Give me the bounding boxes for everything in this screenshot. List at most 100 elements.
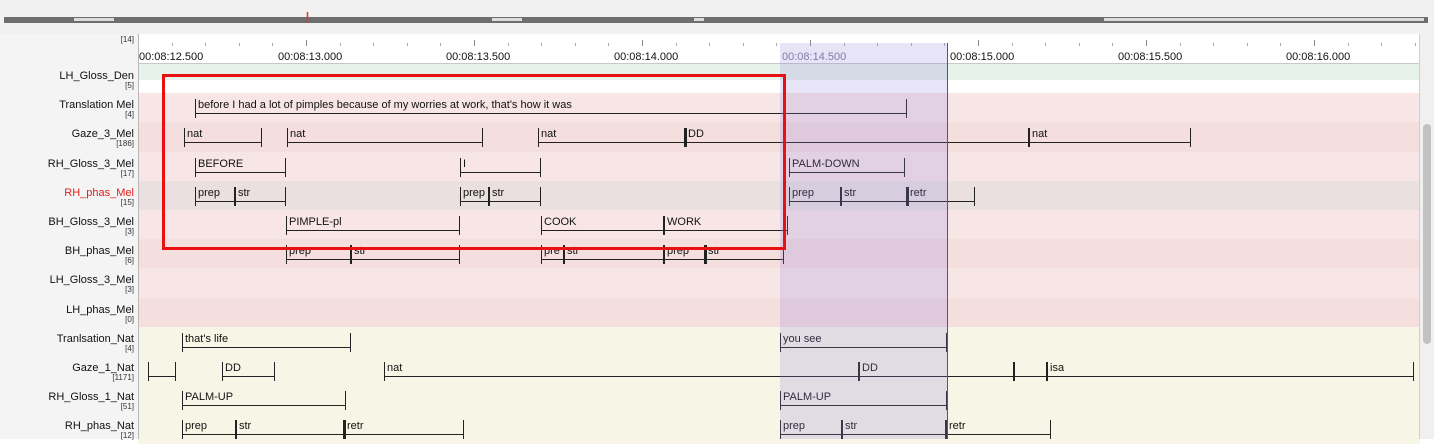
annotation-left-boundary[interactable]	[1029, 128, 1030, 148]
tier-row[interactable]	[138, 268, 1420, 298]
tier-label[interactable]: BH_Gloss_3_Mel [3]	[0, 216, 134, 236]
ruler-minor-tick	[171, 43, 173, 46]
tier-label[interactable]: LH_Gloss_Den [5]	[0, 70, 134, 90]
annotation-right-boundary[interactable]	[1190, 128, 1191, 148]
annotation-text: nat	[1032, 128, 1048, 141]
overview-track[interactable]	[4, 17, 1428, 23]
annotation-left-boundary[interactable]	[384, 362, 385, 381]
annotation-left-boundary[interactable]	[182, 391, 183, 411]
ruler-tick	[306, 40, 307, 46]
annotation[interactable]	[1014, 362, 1047, 381]
annotation[interactable]: that's life	[182, 332, 351, 352]
annotation-left-boundary[interactable]	[222, 362, 223, 381]
annotation-text: retr	[949, 420, 966, 433]
ruler-minor-tick	[1246, 43, 1248, 46]
annotation[interactable]: retr	[946, 420, 1051, 440]
ruler-minor-tick	[1381, 43, 1383, 46]
vertical-scrollbar[interactable]	[1419, 34, 1434, 439]
annotation-right-boundary[interactable]	[974, 186, 975, 206]
tier-name: BH_Gloss_3_Mel	[48, 216, 134, 228]
ruler-tick-label: 00:08:13.500	[446, 51, 511, 63]
annotation[interactable]: isa	[1047, 362, 1414, 381]
annotation[interactable]: nat	[1029, 128, 1191, 148]
annotation[interactable]	[148, 362, 176, 381]
tier-label[interactable]: RH_Gloss_1_Nat [51]	[0, 391, 134, 411]
ruler-minor-tick	[373, 43, 375, 46]
tier-label[interactable]: LH_phas_Mel [0]	[0, 304, 134, 324]
annotation[interactable]: PALM-UP	[182, 391, 346, 411]
scrollbar-thumb[interactable]	[1423, 124, 1431, 344]
annotation-text: isa	[1050, 362, 1065, 374]
annotation[interactable]: DD	[222, 362, 275, 381]
ruler-minor-tick	[675, 43, 677, 46]
text-cursor-icon: I	[305, 10, 310, 27]
tier-name: Tranlsation_Nat	[56, 332, 134, 345]
annotation-timeline[interactable]: 00:08:12.500 00:08:13.000 00:08:13.500 00:0…	[0, 34, 1434, 444]
ruler-tick-label: 00:08:15.000	[950, 51, 1015, 63]
tier-name: RH_phas_Mel	[64, 186, 134, 199]
waveform-overview[interactable]: I	[0, 0, 1434, 35]
tier-count: [186]	[116, 139, 134, 149]
highlight-box	[162, 74, 786, 250]
ruler-minor-tick	[1280, 43, 1282, 46]
ruler-minor-tick	[541, 43, 543, 46]
ruler-tick-label: 00:08:16.000	[1286, 51, 1351, 63]
ruler-tick	[1314, 40, 1315, 46]
tier-label[interactable]: LH_Gloss_3_Mel [3]	[0, 274, 134, 294]
tier-top-count: [14]	[120, 35, 134, 44]
overview-segment	[492, 18, 522, 21]
tier-name: LH_phas_Mel	[66, 303, 134, 316]
annotation-left-boundary[interactable]	[1047, 362, 1048, 381]
ruler-minor-tick	[1011, 43, 1013, 46]
tier-label[interactable]: Gaze_3_Mel [186]	[0, 128, 134, 148]
ruler-minor-tick	[339, 43, 341, 46]
tier-label[interactable]: Translation Mel [4]	[0, 99, 134, 119]
annotation[interactable]: str	[236, 420, 344, 440]
tier-count: [4]	[125, 110, 134, 120]
tier-count: [3]	[125, 227, 134, 236]
annotation-left-boundary[interactable]	[148, 362, 149, 381]
annotation-text: PALM-UP	[185, 391, 234, 404]
ruler-minor-tick	[608, 43, 610, 46]
annotation-text: retr	[347, 420, 364, 433]
annotation-right-boundary[interactable]	[345, 391, 346, 411]
annotation-right-boundary[interactable]	[463, 420, 464, 440]
overview-segment	[1104, 18, 1424, 21]
annotation-left-boundary[interactable]	[182, 332, 183, 352]
ruler-minor-tick	[272, 43, 274, 46]
annotation-right-boundary[interactable]	[1413, 362, 1414, 381]
annotation-left-boundary[interactable]	[236, 420, 237, 440]
annotation-right-boundary[interactable]	[175, 362, 176, 381]
ruler-minor-tick	[1045, 43, 1047, 46]
annotation[interactable]: retr	[344, 420, 464, 440]
annotation-left-boundary[interactable]	[344, 420, 346, 440]
tier-name: LH_Gloss_Den	[59, 70, 134, 82]
tier-count: [51]	[120, 402, 134, 412]
overview-segment	[74, 18, 114, 21]
tier-label[interactable]: RH_Gloss_3_Mel [17]	[0, 158, 134, 178]
ruler-tick-label: 00:08:13.000	[278, 51, 343, 63]
tier-name: Translation Mel	[59, 99, 134, 112]
tier-labels-column: [14] LH_Gloss_Den [5] Translation Mel [4] Ga…	[0, 34, 139, 440]
annotation-right-boundary[interactable]	[350, 332, 351, 352]
annotation-left-boundary[interactable]	[182, 420, 183, 440]
tier-label[interactable]: RH_phas_Mel [15]	[0, 187, 134, 207]
ruler-minor-tick	[742, 43, 744, 46]
annotation-text: str	[239, 420, 252, 433]
time-ruler[interactable]: 00:08:12.500 00:08:13.000 00:08:13.500 00:0…	[138, 34, 1420, 64]
time-selection[interactable]	[780, 43, 948, 439]
annotation-right-boundary[interactable]	[1050, 420, 1051, 440]
annotation-left-boundary[interactable]	[1014, 362, 1015, 381]
tier-label[interactable]: BH_phas_Mel [6]	[0, 245, 134, 265]
ruler-minor-tick	[1347, 43, 1349, 46]
playback-crosshair[interactable]	[947, 43, 948, 439]
tier-row[interactable]	[138, 297, 1420, 327]
annotation[interactable]: prep	[182, 420, 236, 440]
tier-label[interactable]: Gaze_1_Nat [1171]	[0, 362, 134, 382]
annotation-right-boundary[interactable]	[274, 362, 275, 381]
tier-label[interactable]: Tranlsation_Nat [4]	[0, 333, 134, 353]
ruler-tick-label: 00:08:15.500	[1118, 51, 1183, 63]
tier-label[interactable]: RH_phas_Nat [12]	[0, 420, 134, 440]
annotation-text: prep	[185, 420, 208, 433]
tier-count: [15]	[120, 197, 134, 207]
